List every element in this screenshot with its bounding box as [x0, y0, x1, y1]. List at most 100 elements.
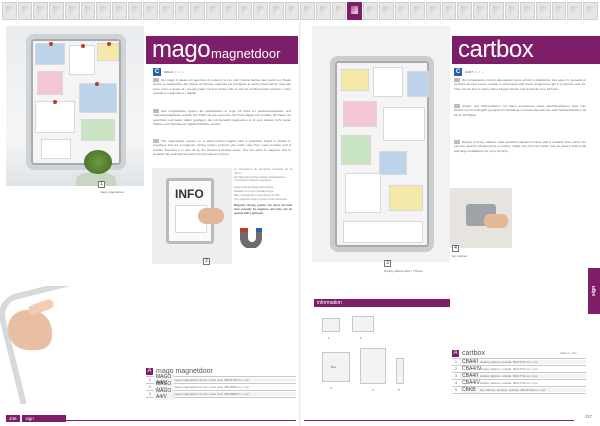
page-thumbnail[interactable] [127, 2, 143, 20]
page-spine [299, 22, 301, 426]
right-paragraph-1: Der schaukasten mit der alternativen sto… [454, 78, 586, 91]
left-title-bar: mago magnetdoor [146, 36, 298, 64]
info-label-2: 2 [360, 336, 362, 340]
page-thumbnail[interactable] [504, 2, 520, 20]
page-thumbnail[interactable] [567, 2, 583, 20]
left-product-code-text: MAGO ·/· ·/· ·/· [164, 70, 185, 74]
page-thumbnail[interactable] [535, 2, 551, 20]
table-row: 4 CBA4/V display cabinet, outside: 900x7… [452, 380, 586, 387]
left-section-label: sign [21, 415, 66, 422]
right-product-code: C CART ·/· ·/· ·/· [454, 68, 484, 76]
photo1-caption-text: mago magnetdoor [100, 190, 125, 194]
page-thumbnail[interactable] [268, 2, 284, 20]
info-label-4: 4 [372, 388, 374, 392]
page-thumbnail[interactable] [410, 2, 425, 20]
page-thumbnail[interactable] [253, 2, 268, 20]
page-thumbnail[interactable] [96, 2, 111, 20]
page-thumbnail[interactable] [363, 2, 378, 20]
photo4-caption: 4 [452, 245, 459, 252]
page-thumbnail[interactable] [17, 2, 33, 20]
page-thumbnail[interactable] [80, 2, 96, 20]
page-thumbnail[interactable] [347, 2, 363, 20]
page-thumbnail[interactable] [237, 2, 253, 20]
right-product-code-text: CART ·/· ·/· ·/· [465, 70, 485, 74]
page-thumbnail[interactable] [331, 2, 347, 20]
left-order-letter: A [146, 368, 153, 375]
page-thumbnail[interactable] [190, 2, 206, 20]
side-notes: Le mecanisme de fermeture aimantée de la… [234, 168, 292, 215]
table-row: 2 CBA4/IV display cabinet, outside: 464x… [452, 366, 586, 373]
page-thumbnail[interactable] [284, 2, 300, 20]
photo3-caption-num: 3 [384, 260, 391, 267]
left-paragraph-3: The magnetdoor system on a wall-mounted … [153, 139, 291, 157]
left-title-sub: magnetdoor [211, 46, 281, 61]
page-thumbnail[interactable] [159, 2, 174, 20]
photo3-caption: 3 [384, 260, 391, 267]
left-footer: 436 sign [6, 414, 66, 423]
page-thumbnail[interactable] [174, 2, 190, 20]
page-thumbnail[interactable] [473, 2, 488, 20]
cartbox-cabinet-photo [312, 26, 450, 262]
page-thumbnail[interactable] [583, 2, 598, 20]
photo3-caption-text: display cabinet 900 x 770mm [384, 269, 423, 273]
page-thumbnail[interactable] [49, 2, 64, 20]
left-footer-line [64, 420, 296, 421]
info-diagram-3: Box [322, 352, 350, 382]
photo3-caption-text-wrap: display cabinet 900 x 770mm [384, 269, 423, 273]
mago-cabinet-photo [6, 26, 144, 186]
page-thumbnail[interactable] [457, 2, 473, 20]
page-thumbnail[interactable] [111, 2, 127, 20]
photo4-caption-num: 4 [452, 245, 459, 252]
page-thumbnail[interactable] [394, 2, 410, 20]
right-order-table: 1 CBA4/I display cabinet, outside: 352x4… [452, 358, 586, 394]
right-paragraph-2: Schau- und Vitrinenkasten mit vielen Inn… [454, 104, 586, 117]
page-thumbnail[interactable] [425, 2, 441, 20]
page-thumbnail[interactable] [143, 2, 159, 20]
page-thumbnail[interactable] [2, 2, 17, 20]
section-tab: sign [588, 268, 600, 314]
page-thumbnail[interactable] [221, 2, 237, 20]
product-code-icon: C [454, 68, 462, 76]
info-diagram-5 [396, 358, 404, 384]
right-page-number: 437 [584, 414, 592, 419]
info-dim-box: Box [331, 365, 337, 369]
page-thumbnail[interactable] [33, 2, 49, 20]
page-thumbnail[interactable] [300, 2, 316, 20]
info-label-3: 3 [330, 386, 332, 390]
page-thumbnail[interactable] [64, 2, 80, 20]
left-paragraph-2: Das magnetische system als schaukasten i… [153, 109, 291, 127]
right-order-art-label: article nr. • size [559, 352, 577, 355]
photo4-caption-text: key cabinet [452, 254, 468, 258]
page-thumbnail[interactable] [441, 2, 457, 20]
photo2-caption: 2 [203, 258, 210, 265]
info-label-1: 1 [328, 336, 330, 340]
photo2-caption-num: 2 [203, 258, 210, 265]
section-tab-label: sign [591, 285, 597, 297]
info-diagram-1 [322, 318, 340, 332]
page-thumbnail[interactable] [520, 2, 535, 20]
left-page-number: 436 [6, 415, 20, 422]
thumbnail-strip [0, 0, 600, 22]
photo1-caption: 1 [98, 181, 105, 188]
right-order-head: A cartbox article nr. • size [452, 350, 577, 357]
page-thumbnail[interactable] [316, 2, 331, 20]
info-title: information [314, 299, 450, 307]
table-row: 1 CBA4/I display cabinet, outside: 352x4… [452, 359, 586, 366]
magnet-icon [236, 226, 264, 249]
page-thumbnail[interactable] [551, 2, 567, 20]
right-title-main: cartbox [458, 36, 534, 63]
left-product-code: C MAGO ·/· ·/· ·/· [153, 68, 184, 76]
photo1-caption-text-wrap: mago magnetdoor [100, 190, 124, 194]
page-thumbnail[interactable] [206, 2, 221, 20]
left-paragraph-1: Der mago S ideale ein agentrest il mette… [153, 78, 291, 96]
product-code-icon: C [153, 68, 161, 76]
page-thumbnail[interactable] [488, 2, 504, 20]
table-row: 3 CBA4/I display cabinet, outside: 690x7… [452, 373, 586, 380]
magnet-closure-photo: INFO [152, 168, 232, 264]
right-paragraph-3: Display and key cabinet: clear anodized … [454, 140, 586, 153]
key-cabinet-photo [450, 188, 512, 248]
right-order-letter: A [452, 350, 459, 357]
photo1-caption-num: 1 [98, 181, 105, 188]
page-thumbnail[interactable] [378, 2, 394, 20]
table-row: 3 MAGO A4/V mago magnetdoor 9x A4 • oute… [146, 388, 296, 400]
